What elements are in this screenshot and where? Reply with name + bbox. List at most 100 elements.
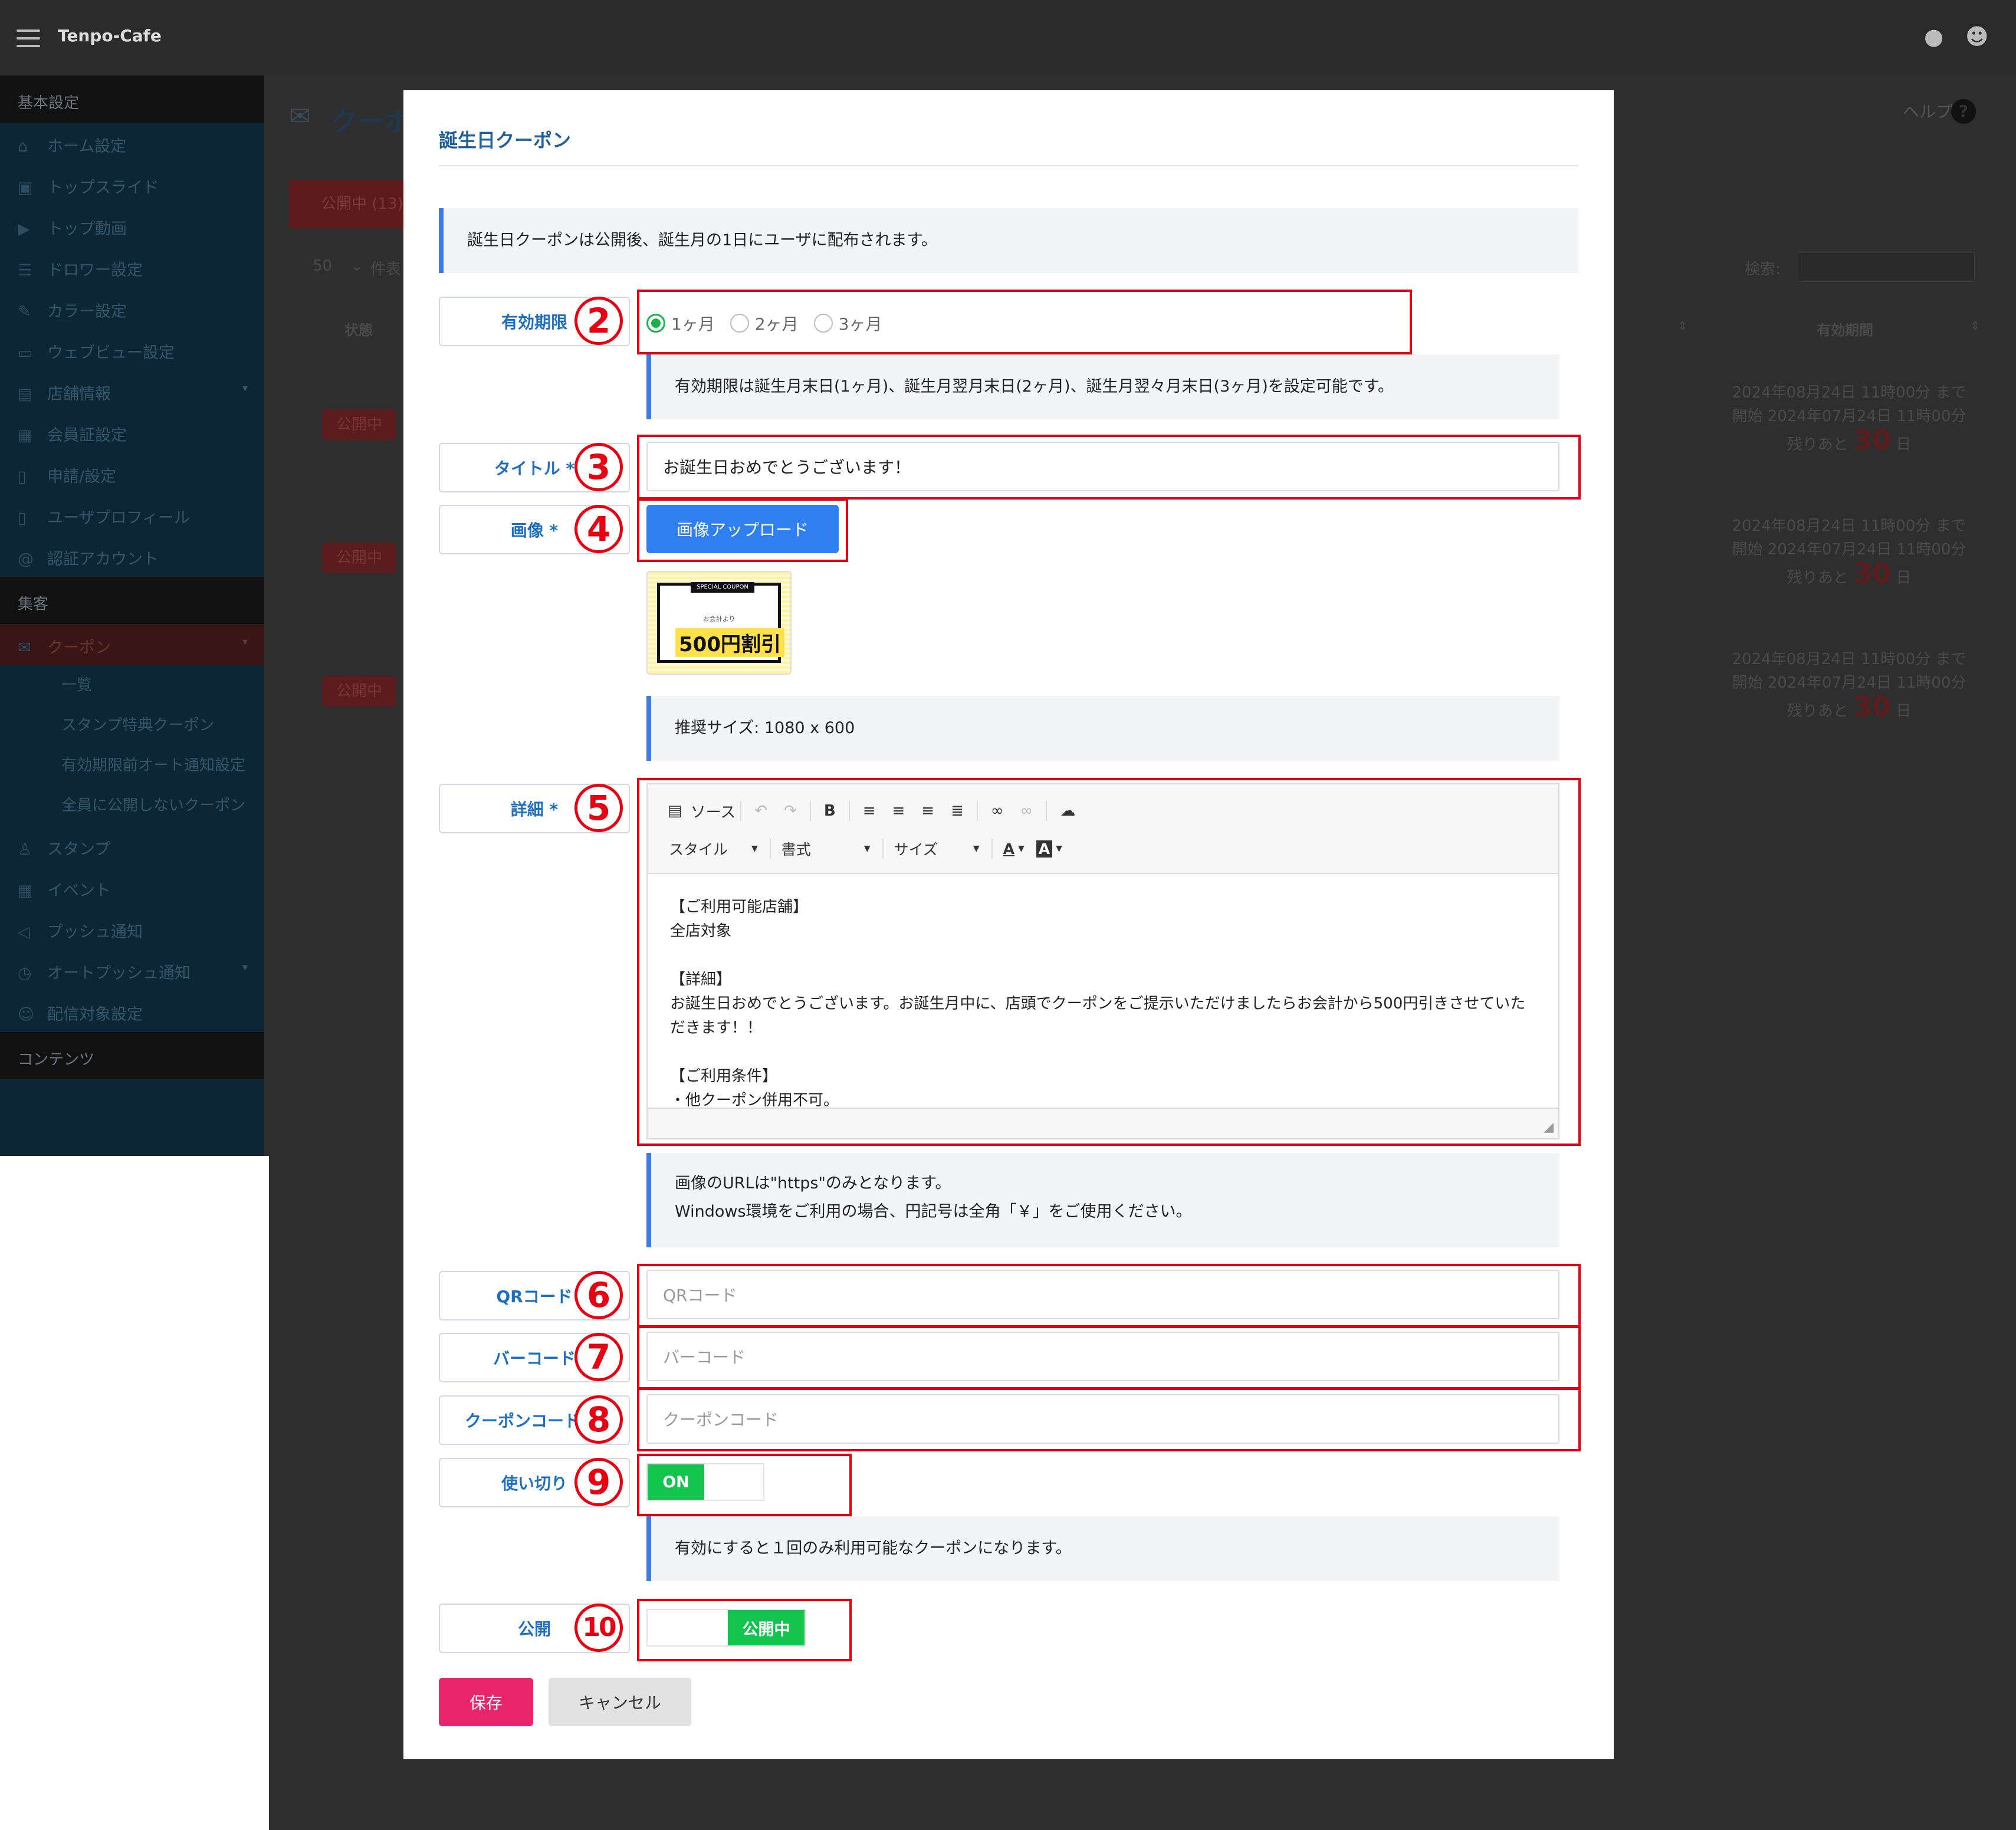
sidebar-section-basic: 基本設定	[0, 75, 264, 123]
status-badge: 公開中	[322, 676, 396, 707]
stamp-icon: ♙	[18, 840, 32, 859]
save-button[interactable]: 保存	[439, 1678, 533, 1726]
users-icon: ☺	[18, 1006, 35, 1024]
sidebar-item-webview[interactable]: ▭ ウェブビュー設定	[0, 329, 264, 370]
video-icon: ▶	[18, 220, 30, 238]
validity-option-3m[interactable]: 3ヶ月	[813, 311, 882, 335]
marker-7: 7	[574, 1333, 623, 1381]
marker-2: 2	[574, 297, 623, 345]
clock-icon: ◷	[18, 964, 32, 983]
pen-icon: ✎	[18, 303, 31, 321]
highlight-box	[637, 1454, 852, 1516]
coupon-image-sub: お会計より	[702, 615, 736, 623]
highlight-box	[637, 435, 1581, 500]
megaphone-icon: ◁	[18, 923, 30, 941]
validity-help: 有効期限は誕生月末日(1ヶ月)、誕生月翌月末日(2ヶ月)、誕生月翌々月末日(3ヶ…	[646, 354, 1559, 419]
highlight-box	[637, 1388, 1581, 1451]
home-icon: ⌂	[18, 137, 28, 156]
validity-radio-group: 1ヶ月 2ヶ月 3ヶ月	[646, 305, 897, 341]
column-status[interactable]: 状態	[344, 318, 373, 339]
sort-icon[interactable]: ⇕	[1677, 318, 1687, 333]
detail-help: 画像のURLは"https"のみとなります。 Windows環境をご利用の場合、…	[646, 1153, 1559, 1247]
sidebar-subitem-auto-notify[interactable]: 有効期限前オート通知設定	[0, 745, 248, 786]
divider	[439, 165, 1578, 166]
help-icon[interactable]: ?	[1951, 99, 1976, 124]
sidebar-subitem-private-coupon[interactable]: 全員に公開しないクーポン	[0, 786, 248, 826]
sort-icon[interactable]: ⇕	[1970, 318, 1980, 333]
sidebar-item-target[interactable]: ☺ 配信対象設定	[0, 991, 264, 1032]
birthday-coupon-modal: 誕生日クーポン 誕生日クーポンは公開後、誕生月の1日にユーザに配布されます。 有…	[403, 90, 1614, 1759]
sidebar: 基本設定 ⌂ ホーム設定 ▣ トップスライド ▶ トップ動画 ☰ ドロワー設定 ✎ カラー…	[0, 75, 264, 1156]
status-badge: 公開中	[322, 543, 396, 573]
document-icon: ▯	[18, 468, 27, 486]
user-icon[interactable]: ☻	[1965, 24, 1989, 50]
top-bar: Tenpo-Cafe ● ☻	[0, 0, 2016, 75]
sidebar-subitem-stamp-coupon[interactable]: スタンプ特典クーポン	[0, 705, 264, 745]
sidebar-item-color[interactable]: ✎ カラー設定	[0, 288, 264, 329]
sidebar-section-marketing: 集客	[0, 577, 264, 624]
sidebar-item-push[interactable]: ◁ プッシュ通知	[0, 908, 264, 950]
radio-checked-icon[interactable]	[646, 314, 665, 333]
calendar-icon: ▦	[18, 882, 33, 900]
highlight-box	[637, 1599, 852, 1661]
store-icon: ▤	[18, 385, 33, 403]
brand-name: Tenpo-Cafe	[58, 26, 162, 45]
chevron-down-icon: ⌄	[350, 257, 363, 275]
marker-10: 10	[574, 1604, 623, 1652]
validity-option-1m[interactable]: 1ヶ月	[646, 311, 715, 335]
sidebar-item-application[interactable]: ▯ 申請/設定	[0, 453, 264, 494]
gift-icon: ✉	[18, 639, 31, 657]
chevron-down-icon: ▾	[242, 961, 248, 974]
chevron-down-icon: ▾	[242, 636, 248, 648]
sidebar-item-member-card[interactable]: ▦ 会員証設定	[0, 412, 264, 453]
coupon-image-tag: SPECIAL COUPON	[691, 582, 754, 593]
search-label: 検索:	[1745, 261, 1781, 278]
sidebar-item-top-slide[interactable]: ▣ トップスライド	[0, 164, 264, 205]
help-link[interactable]: ヘルプ	[1903, 99, 1952, 123]
file-icon: ▯	[18, 509, 27, 527]
image-icon: ▣	[18, 179, 33, 197]
sidebar-item-user-profile[interactable]: ▯ ユーザプロフィール	[0, 494, 264, 535]
table-row-validity: 2024年08月24日 11時00分 まで 開始 2024年07月24日 11時0…	[1732, 650, 1966, 722]
sidebar-item-auth-account[interactable]: @ 認証アカウント	[0, 535, 264, 577]
sidebar-item-coupon[interactable]: ✉ クーポン ▾	[0, 624, 264, 665]
sidebar-subitem-list[interactable]: 一覧	[0, 665, 264, 705]
chevron-down-icon: ▾	[242, 382, 248, 395]
sidebar-item-home[interactable]: ⌂ ホーム設定	[0, 123, 264, 164]
highlight-box	[637, 498, 848, 562]
at-icon: @	[18, 550, 34, 569]
modal-title: 誕生日クーポン	[439, 129, 572, 152]
cancel-button[interactable]: キャンセル	[549, 1678, 691, 1726]
sidebar-item-event[interactable]: ▦ イベント	[0, 867, 264, 908]
image-size-help: 推奨サイズ: 1080 x 600	[646, 696, 1559, 761]
sidebar-section-contents: コンテンツ	[0, 1032, 264, 1079]
blank-area	[0, 1156, 269, 1830]
sidebar-item-stamp[interactable]: ♙ スタンプ	[0, 826, 264, 867]
search-input[interactable]	[1798, 252, 1975, 282]
sidebar-item-top-video[interactable]: ▶ トップ動画	[0, 205, 264, 247]
window-icon: ▭	[18, 344, 33, 362]
validity-option-2m[interactable]: 2ヶ月	[730, 311, 799, 335]
per-page-select[interactable]: 50	[313, 257, 332, 275]
hamburger-menu-icon[interactable]	[17, 29, 40, 47]
table-row-validity: 2024年08月24日 11時00分 まで 開始 2024年07月24日 11時0…	[1732, 384, 1966, 456]
radio-icon[interactable]	[813, 314, 833, 333]
marker-5: 5	[574, 784, 623, 832]
radio-icon[interactable]	[730, 314, 749, 333]
gift-icon: ✉	[289, 101, 311, 132]
sidebar-item-store-info[interactable]: ▤ 店舗情報 ▾	[0, 370, 264, 412]
highlight-box	[637, 1264, 1581, 1328]
marker-3: 3	[574, 443, 623, 491]
bell-icon[interactable]: ●	[1924, 24, 1943, 50]
marker-6: 6	[574, 1271, 623, 1319]
sidebar-item-drawer[interactable]: ☰ ドロワー設定	[0, 247, 264, 288]
coupon-image: SPECIAL COUPON お会計より 500円割引	[657, 582, 784, 663]
detail-help-line1: 画像のURLは"https"のみとなります。	[675, 1174, 951, 1192]
single-use-help: 有効にすると１回のみ利用可能なクーポンになります。	[646, 1516, 1559, 1581]
marker-9: 9	[574, 1458, 623, 1506]
sidebar-item-auto-push[interactable]: ◷ オートプッシュ通知 ▾	[0, 950, 264, 991]
column-validity[interactable]: 有効期間	[1817, 318, 1873, 339]
coupon-image-thumbnail[interactable]: SPECIAL COUPON お会計より 500円割引	[646, 571, 792, 675]
table-row-validity: 2024年08月24日 11時00分 まで 開始 2024年07月24日 11時0…	[1732, 517, 1966, 589]
tab-published[interactable]: 公開中 (13)	[289, 180, 407, 228]
